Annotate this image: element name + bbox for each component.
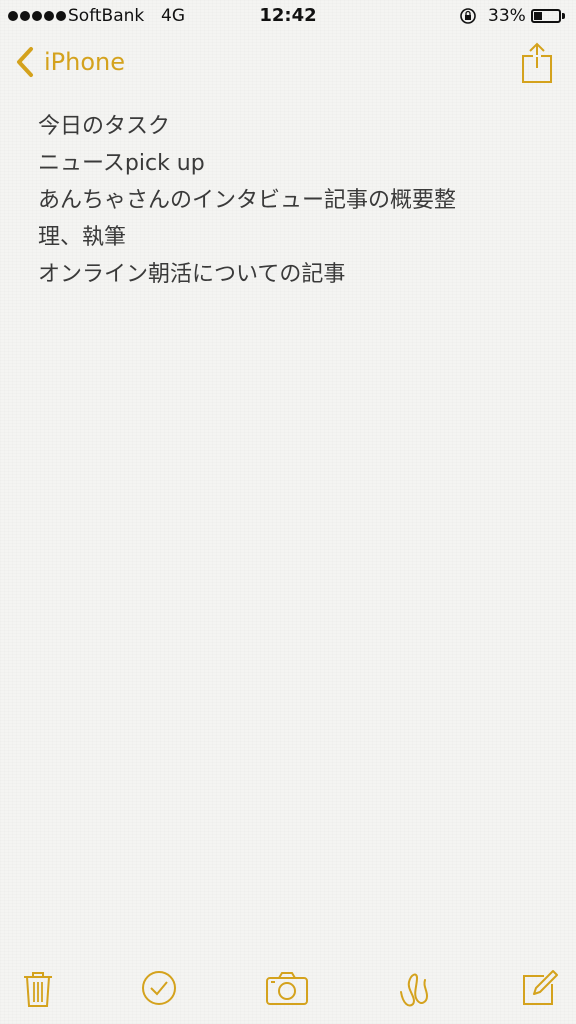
camera-button[interactable] <box>265 968 309 1008</box>
checkmark-icon <box>142 971 176 1005</box>
chevron-left-icon <box>17 47 33 77</box>
share-icon[interactable] <box>520 42 554 84</box>
back-button[interactable]: iPhone <box>14 46 125 78</box>
note-line: オンライン朝活についての記事 <box>38 262 346 287</box>
checklist-button[interactable] <box>139 968 179 1008</box>
back-button-label: iPhone <box>44 48 126 76</box>
compose-button[interactable] <box>520 968 560 1008</box>
status-bar: SoftBank 4G 12:42 33% <box>0 0 576 34</box>
battery-tip <box>562 13 565 19</box>
battery-percentage: 33% <box>488 6 526 26</box>
sketch-icon <box>400 973 429 1007</box>
camera-icon <box>266 972 308 1005</box>
rotation-lock-icon <box>460 8 476 24</box>
battery-fill <box>534 12 542 20</box>
delete-button[interactable] <box>18 968 58 1008</box>
trash-icon <box>24 972 52 1007</box>
battery-icon <box>531 9 561 23</box>
sketch-button[interactable] <box>395 968 435 1008</box>
note-line: 理、執筆 <box>38 225 127 250</box>
note-line: 今日のタスク <box>38 114 171 139</box>
compose-icon <box>523 970 558 1005</box>
bottom-toolbar <box>0 960 576 1020</box>
note-body[interactable]: 今日のタスク ニュースpick up あんちゃさんのインタビュー記事の概要整 理… <box>38 108 518 293</box>
navigation-bar: iPhone <box>0 34 576 94</box>
note-line: ニュースpick up <box>38 151 205 176</box>
note-line: あんちゃさんのインタビュー記事の概要整 <box>38 188 457 213</box>
